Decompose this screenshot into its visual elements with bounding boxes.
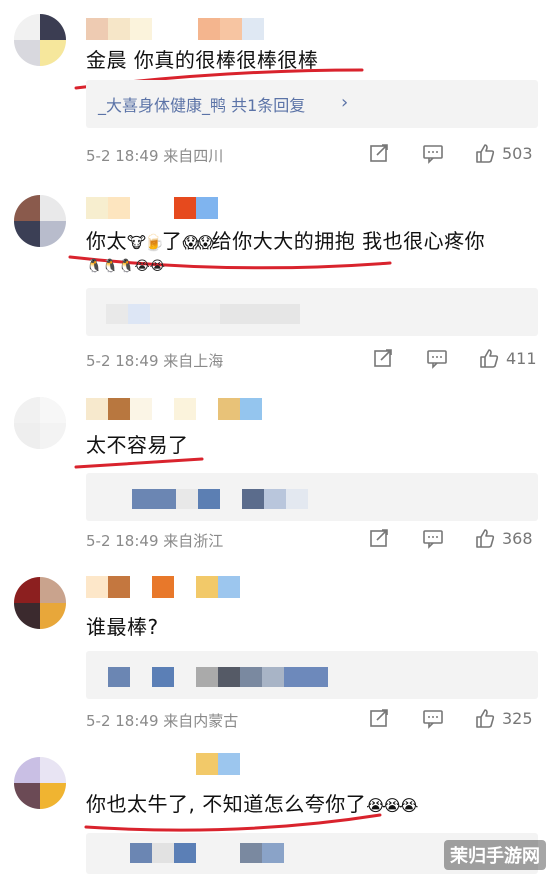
- share-icon[interactable]: [368, 707, 390, 729]
- avatar[interactable]: [14, 757, 66, 809]
- share-icon[interactable]: [368, 527, 390, 549]
- like-count: 368: [502, 528, 533, 548]
- comment-location: 来自浙江: [163, 532, 224, 550]
- reply-box-blurred[interactable]: [86, 473, 538, 521]
- nickname-blurred[interactable]: [86, 197, 218, 219]
- reply-box-blurred[interactable]: [86, 288, 538, 336]
- share-icon[interactable]: [372, 347, 394, 369]
- comment-meta: 5-2 18:49 来自内蒙古: [86, 710, 238, 731]
- blurred-reply: [108, 667, 328, 687]
- red-underline: [74, 457, 204, 469]
- comment-text-part: 你也太牛了, 不知道怎么夸你了: [86, 792, 367, 816]
- avatar[interactable]: [14, 14, 66, 66]
- comment-text: 你太🐮🍺了😱😱给你大大的拥抱 我也很心疼你: [86, 228, 485, 256]
- mini-emoji-row: 🐧🐧🐧😭😭: [86, 259, 165, 274]
- comment-text: 太不容易了: [86, 433, 189, 457]
- comment-text: 你也太牛了, 不知道怎么夸你了😭😭😭: [86, 791, 418, 819]
- cow-beer-emoji: 🐮🍺: [127, 233, 164, 252]
- comment-date: 5-2 18:49: [86, 712, 159, 730]
- comment-actions: 503: [368, 142, 533, 164]
- comment-text-part: 了: [161, 229, 183, 253]
- like-icon[interactable]: [474, 142, 496, 164]
- comment-icon[interactable]: [426, 347, 448, 369]
- site-watermark: 茉归手游网: [444, 840, 546, 870]
- avatar[interactable]: [14, 577, 66, 629]
- comment-location: 来自四川: [163, 147, 224, 165]
- comment-text-part: 你太: [86, 229, 127, 253]
- comment-date: 5-2 18:49: [86, 532, 159, 550]
- comment-actions: 411: [372, 347, 537, 369]
- comment-date: 5-2 18:49: [86, 147, 159, 165]
- comment-location: 来自内蒙古: [163, 712, 239, 730]
- nickname-blurred[interactable]: [86, 398, 262, 420]
- comment-text: 谁最棒?: [86, 615, 159, 639]
- comment-icon[interactable]: [422, 527, 444, 549]
- blurred-reply: [106, 304, 300, 324]
- reply-link[interactable]: _大喜身体健康_鸭 共1条回复: [98, 92, 305, 116]
- like-count: 411: [506, 348, 537, 368]
- comment-2: 你太🐮🍺了😱😱给你大大的拥抱 我也很心疼你 🐧🐧🐧😭😭 5-2 18:49 来自…: [0, 185, 552, 385]
- like-count: 325: [502, 708, 533, 728]
- nickname-blurred[interactable]: [86, 576, 240, 598]
- comment-text-part: 给你大大的拥抱 我也很心疼你: [211, 229, 486, 253]
- scream-emoji: 😱😱: [182, 233, 213, 252]
- comment-icon[interactable]: [422, 142, 444, 164]
- crying-emoji: 😭😭😭: [366, 796, 418, 815]
- blurred-reply: [132, 489, 308, 509]
- comment-5: 你也太牛了, 不知道怎么夸你了😭😭😭 茉归手游网: [0, 745, 552, 874]
- chevron-right-icon: ›: [341, 92, 349, 113]
- like-icon[interactable]: [478, 347, 500, 369]
- avatar[interactable]: [14, 397, 66, 449]
- comment-text: 金晨 你真的很棒很棒很棒: [86, 48, 319, 72]
- comment-location: 来自上海: [163, 352, 224, 370]
- comment-4: 谁最棒? 5-2 18:49 来自内蒙古 325: [0, 565, 552, 745]
- comment-actions: 325: [368, 707, 533, 729]
- comment-meta: 5-2 18:49 来自四川: [86, 145, 223, 166]
- comment-1: 金晨 你真的很棒很棒很棒 _大喜身体健康_鸭 共1条回复 › 5-2 18:49…: [0, 0, 552, 185]
- nickname-blurred[interactable]: [86, 753, 240, 775]
- like-icon[interactable]: [474, 707, 496, 729]
- like-count: 503: [502, 143, 533, 163]
- avatar[interactable]: [14, 195, 66, 247]
- nickname-blurred[interactable]: [86, 18, 264, 40]
- share-icon[interactable]: [368, 142, 390, 164]
- comment-3: 太不容易了 5-2 18:49 来自浙江 368: [0, 385, 552, 565]
- comment-meta: 5-2 18:49 来自上海: [86, 350, 223, 371]
- like-icon[interactable]: [474, 527, 496, 549]
- reply-box[interactable]: _大喜身体健康_鸭 共1条回复 ›: [86, 80, 538, 128]
- comment-meta: 5-2 18:49 来自浙江: [86, 530, 223, 551]
- comment-date: 5-2 18:49: [86, 352, 159, 370]
- comment-actions: 368: [368, 527, 533, 549]
- comment-icon[interactable]: [422, 707, 444, 729]
- reply-box-blurred[interactable]: [86, 651, 538, 699]
- blurred-reply: [130, 843, 284, 863]
